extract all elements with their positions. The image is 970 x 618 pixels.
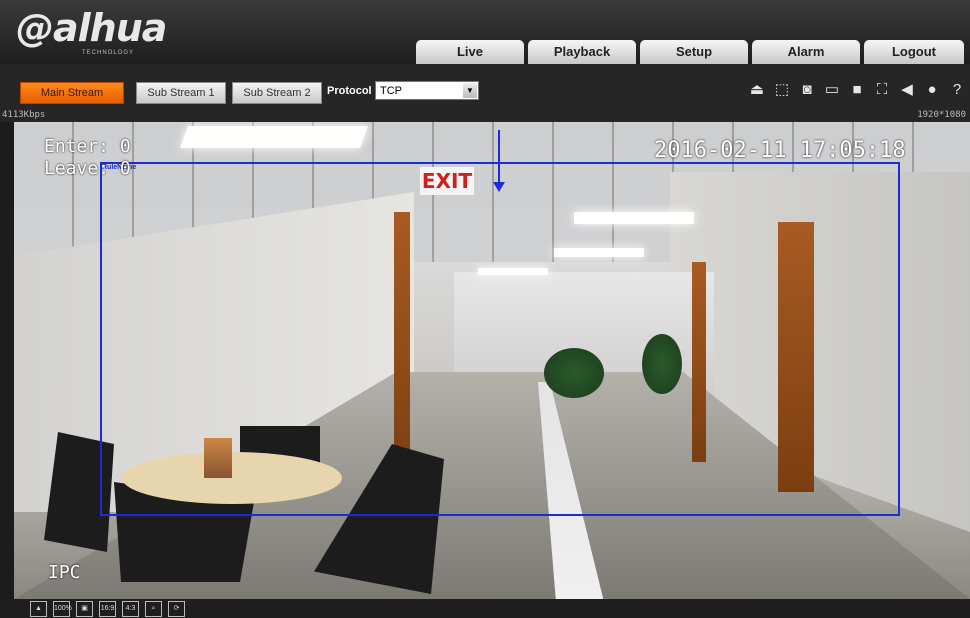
brand-logo: @alhua	[16, 6, 167, 50]
tab-playback[interactable]: Playback	[528, 40, 636, 64]
record-icon[interactable]: ▭	[823, 81, 841, 99]
sub-stream-2-button[interactable]: Sub Stream 2	[232, 82, 322, 104]
header: @alhua TECHNOLOGY Live Playback Setup Al…	[0, 0, 970, 64]
brand-sub: TECHNOLOGY	[82, 50, 135, 56]
dropdown-arrow-icon: ▼	[463, 83, 477, 98]
bitrate-readout: 4113Kbps	[2, 110, 46, 120]
protocol-label: Protocol	[327, 85, 372, 97]
sub-stream-1-button[interactable]: Sub Stream 1	[136, 82, 226, 104]
refresh-icon[interactable]: ⟳	[168, 601, 185, 617]
main-stream-button[interactable]: Main Stream	[20, 82, 124, 104]
aspect-icon[interactable]: 4:3	[122, 601, 139, 617]
microphone-icon[interactable]: ●	[923, 81, 941, 99]
original-size-icon[interactable]: 100%	[53, 601, 72, 617]
stream-toolbar: Main Stream Sub Stream 1 Sub Stream 2 Pr…	[0, 64, 970, 122]
nav-tabs: Live Playback Setup Alarm Logout	[416, 40, 964, 64]
tripwire-rule-box	[100, 162, 900, 516]
toolbar-icons: ⏏ ⬚ ◙ ▭ ■ ⛶ ◀ ● ?	[748, 81, 966, 99]
brand-name: alhua	[53, 6, 167, 50]
audio-icon[interactable]: ◀	[898, 81, 916, 99]
direction-arrow-icon	[493, 130, 505, 192]
video-controls: ▲ 100% ▣ 16:9 4:3 ⌕ ⟳	[0, 599, 970, 618]
tab-setup[interactable]: Setup	[640, 40, 748, 64]
video-timestamp: 2016-02-11 17:05:18	[654, 138, 906, 163]
image-adjust-icon[interactable]: ▲	[30, 601, 47, 617]
help-icon[interactable]: ?	[948, 81, 966, 99]
bottom-icons: ▲ 100% ▣ 16:9 4:3 ⌕ ⟳	[30, 601, 185, 617]
snapshot-icon[interactable]: ◙	[798, 81, 816, 99]
leave-count: Leave: 0	[44, 158, 131, 179]
ptz-icon[interactable]: ⏏	[748, 81, 766, 99]
tab-alarm[interactable]: Alarm	[752, 40, 860, 64]
ceiling-light	[179, 126, 369, 148]
protocol-select[interactable]: TCP ▼	[375, 81, 479, 100]
camera-name: IPC	[48, 562, 81, 583]
digital-zoom-icon[interactable]: ⌕	[145, 601, 162, 617]
stretch-icon[interactable]: 16:9	[99, 601, 116, 617]
enter-count: Enter: 0	[44, 136, 131, 157]
zoom-icon[interactable]: ⬚	[773, 81, 791, 99]
protocol-value: TCP	[380, 85, 402, 97]
fullscreen-icon[interactable]: ⛶	[873, 81, 891, 99]
live-video[interactable]: EXIT RuleName Enter: 0 Leave: 0 2016-02-…	[14, 122, 970, 599]
resolution-readout: 1920*1080	[917, 110, 966, 120]
tab-live[interactable]: Live	[416, 40, 524, 64]
fit-icon[interactable]: ▣	[76, 601, 93, 617]
video-icon[interactable]: ■	[848, 81, 866, 99]
tab-logout[interactable]: Logout	[864, 40, 964, 64]
